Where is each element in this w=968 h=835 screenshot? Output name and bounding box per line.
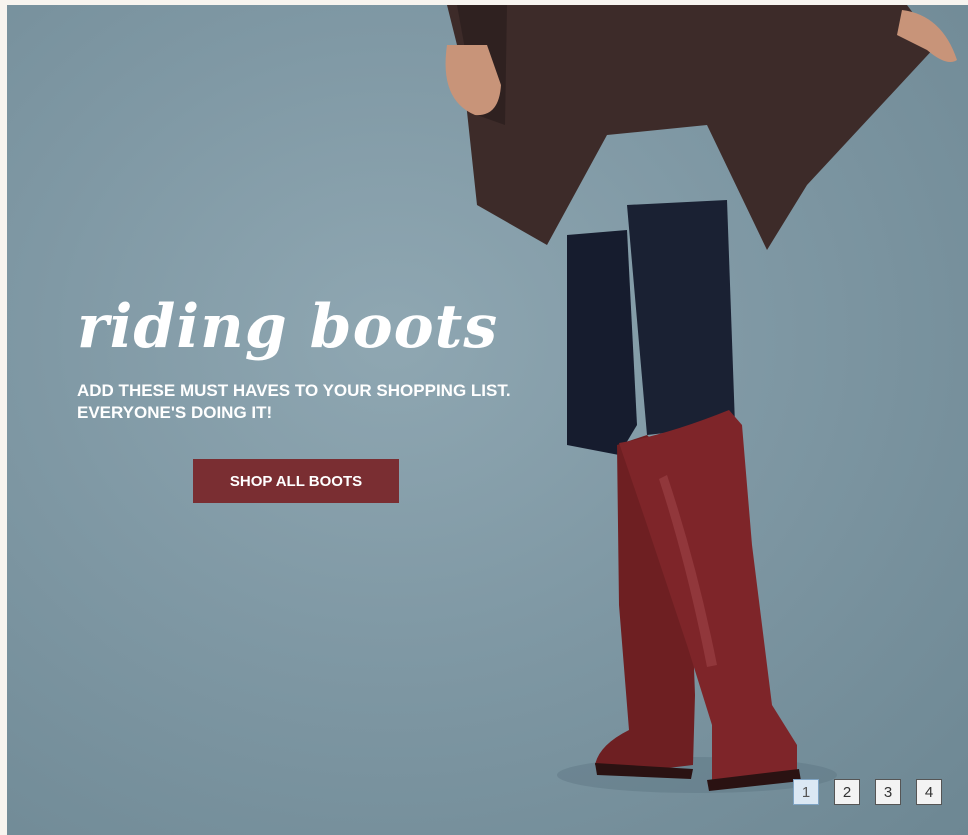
carousel-page-1-button[interactable]: 1 xyxy=(793,779,819,805)
hero-banner: riding boots ADD THESE MUST HAVES TO YOU… xyxy=(7,5,968,835)
carousel-pagination: 1 2 3 4 xyxy=(793,779,942,805)
hero-headline: riding boots xyxy=(77,292,499,362)
carousel-page-2-button[interactable]: 2 xyxy=(834,779,860,805)
shop-all-boots-button[interactable]: SHOP ALL BOOTS xyxy=(193,459,399,503)
carousel-page-3-button[interactable]: 3 xyxy=(875,779,901,805)
carousel-page-4-button[interactable]: 4 xyxy=(916,779,942,805)
hero-subhead: ADD THESE MUST HAVES TO YOUR SHOPPING LI… xyxy=(77,381,511,422)
